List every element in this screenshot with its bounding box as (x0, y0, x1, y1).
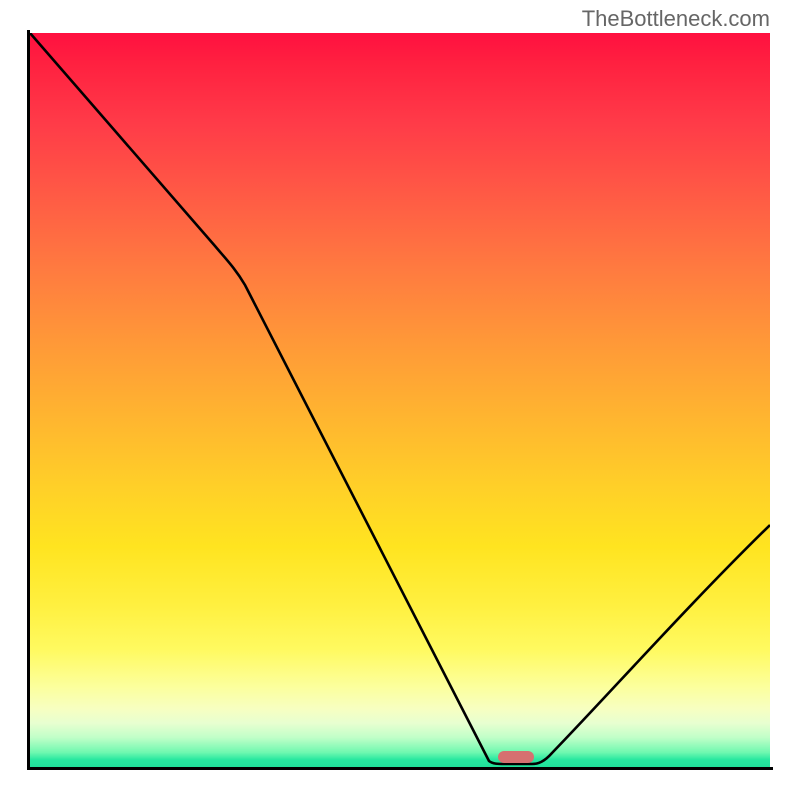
y-axis (27, 30, 30, 770)
x-axis (27, 767, 773, 770)
curve-svg (30, 33, 770, 767)
bottleneck-curve-path (30, 33, 770, 764)
watermark-text: TheBottleneck.com (582, 6, 770, 32)
optimal-marker (498, 751, 534, 763)
chart-container: TheBottleneck.com (0, 0, 800, 800)
